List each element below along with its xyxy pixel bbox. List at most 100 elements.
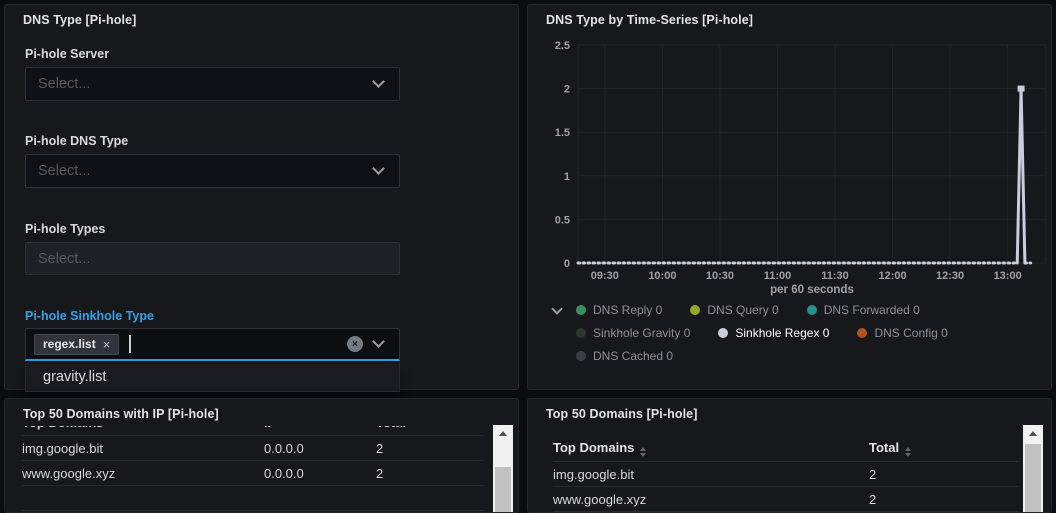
scroll-thumb[interactable] <box>495 467 511 512</box>
pihole-dns-type-label: Pi-hole DNS Type <box>25 134 129 148</box>
scroll-up-button[interactable] <box>1023 425 1043 442</box>
table-header-clipped: Top Domains IP Total <box>22 426 484 435</box>
dropdown-option-gravity-list[interactable]: gravity.list <box>26 363 399 391</box>
panel-dns-type: DNS Type [Pi-hole] Pi-hole Server Select… <box>4 4 519 392</box>
column-header: IP <box>264 426 376 430</box>
svg-text:per 60 seconds: per 60 seconds <box>770 284 854 296</box>
legend-series-dot-icon <box>576 328 586 338</box>
table-cell: 0.0.0.0 <box>264 440 304 456</box>
legend-item[interactable]: DNS Forwarded 0 <box>806 303 920 317</box>
column-header: Top Domains <box>22 426 264 430</box>
svg-text:0: 0 <box>564 258 570 270</box>
text-cursor <box>129 335 131 353</box>
triangle-up-icon <box>1029 431 1037 436</box>
legend-series-dot-icon <box>690 305 701 315</box>
pihole-server-select[interactable]: Select... <box>25 67 400 101</box>
pihole-types-label: Pi-hole Types <box>25 222 106 236</box>
legend-collapse-icon[interactable] <box>551 303 563 315</box>
chevron-down-icon[interactable] <box>372 75 385 88</box>
svg-text:10:00: 10:00 <box>648 270 676 282</box>
table-cell: 2 <box>869 466 877 482</box>
sort-icon[interactable] <box>640 447 647 457</box>
legend-series-label: Sinkhole Regex 0 <box>735 326 830 340</box>
legend-series-dot-icon <box>576 351 586 361</box>
svg-text:1.5: 1.5 <box>555 127 570 139</box>
legend-series-dot-icon <box>576 305 586 315</box>
table-cell: 2 <box>376 440 384 456</box>
panel-title: DNS Type [Pi-hole] <box>23 13 137 27</box>
panel-timeseries: DNS Type by Time-Series [Pi-hole] 0 0.5 1 1… <box>527 4 1052 390</box>
column-header: Total <box>376 426 484 430</box>
svg-text:2.5: 2.5 <box>555 40 570 52</box>
sinkhole-dropdown-menu: gravity.list <box>25 363 400 392</box>
table-row: www.google.xyz 0.0.0.0 2 <box>22 461 484 486</box>
legend-item[interactable]: Sinkhole Regex 0 <box>718 326 829 340</box>
selected-tag[interactable]: regex.list × <box>34 333 120 355</box>
table-header: Top Domains Total <box>553 436 1019 462</box>
pihole-dns-type-select[interactable]: Select... <box>25 154 400 188</box>
legend-item[interactable]: DNS Query 0 <box>690 303 779 317</box>
select-placeholder: Select... <box>38 163 91 179</box>
svg-text:0.5: 0.5 <box>555 214 570 226</box>
legend-series-label: DNS Cached 0 <box>593 349 674 363</box>
legend-series-label: DNS Query 0 <box>707 303 779 317</box>
svg-text:11:30: 11:30 <box>821 270 849 282</box>
table-row: img.google.bit 2 <box>553 462 1019 487</box>
scroll-up-button[interactable] <box>493 425 513 442</box>
table-body: img.google.bit 2 www.google.xyz 2 <box>553 462 1019 512</box>
legend-item[interactable]: DNS Config 0 <box>857 326 948 340</box>
svg-text:09:30: 09:30 <box>591 270 619 282</box>
triangle-up-icon <box>499 431 507 436</box>
sort-icon[interactable] <box>905 447 912 457</box>
pihole-sinkhole-multiselect[interactable]: regex.list × × <box>25 328 400 361</box>
tag-remove-icon[interactable]: × <box>103 337 111 352</box>
scrollbar-vertical[interactable] <box>493 425 513 512</box>
svg-text:2: 2 <box>564 84 570 96</box>
chevron-down-icon[interactable] <box>372 335 385 348</box>
table-cell: www.google.xyz <box>22 465 116 481</box>
table-cell: 0.0.0.0 <box>264 465 304 481</box>
chevron-down-icon[interactable] <box>372 162 385 175</box>
select-placeholder: Select... <box>38 76 91 92</box>
legend-item[interactable]: Sinkhole Gravity 0 <box>576 326 690 340</box>
legend-series-dot-icon <box>718 328 729 338</box>
table-row: www.google.xyz 2 <box>553 487 1019 512</box>
pihole-server-label: Pi-hole Server <box>25 47 110 61</box>
empty-row <box>22 486 484 511</box>
legend-series-label: DNS Reply 0 <box>593 303 663 317</box>
svg-text:13:00: 13:00 <box>994 270 1022 282</box>
svg-text:1: 1 <box>564 171 570 183</box>
clear-all-icon[interactable]: × <box>347 336 363 352</box>
svg-text:11:00: 11:00 <box>764 270 792 282</box>
panel-title: Top 50 Domains with IP [Pi-hole] <box>23 407 219 421</box>
legend-item[interactable]: DNS Reply 0 <box>576 303 662 317</box>
table-cell: img.google.bit <box>22 440 103 456</box>
panel-top-domains: Top 50 Domains [Pi-hole] Top Domains Tot… <box>527 398 1052 513</box>
svg-text:12:30: 12:30 <box>936 270 964 282</box>
scrollbar-vertical[interactable] <box>1023 425 1043 512</box>
table-cell: www.google.xyz <box>553 491 647 507</box>
legend-series-label: DNS Forwarded 0 <box>823 303 920 317</box>
legend-series-label: DNS Config 0 <box>874 326 948 340</box>
tag-label: regex.list <box>43 337 96 351</box>
pihole-types-input[interactable]: Select... <box>25 242 400 275</box>
legend-series-dot-icon <box>857 328 868 338</box>
legend-series-label: Sinkhole Gravity 0 <box>593 326 691 340</box>
panel-title: Top 50 Domains [Pi-hole] <box>546 407 698 421</box>
table-cell: img.google.bit <box>553 466 634 482</box>
table-row: img.google.bit 0.0.0.0 2 <box>22 436 484 461</box>
svg-text:12:00: 12:00 <box>878 270 906 282</box>
select-placeholder: Select... <box>38 250 91 267</box>
column-header-total[interactable]: Total <box>869 440 1019 457</box>
legend-series-dot-icon <box>806 305 817 315</box>
chart-legend: DNS Reply 0 DNS Query 0 DNS Forwarded 0 Sin… <box>576 303 1026 372</box>
scroll-thumb[interactable] <box>1025 444 1041 512</box>
timeseries-chart[interactable]: 0 0.5 1 1.5 2 2.5 09:30 10:00 10:30 11:00 11:30 12:… <box>540 35 1052 297</box>
table-cell: 2 <box>869 491 877 507</box>
column-header-top-domains[interactable]: Top Domains <box>553 440 869 457</box>
table-cell: 2 <box>376 465 384 481</box>
pihole-sinkhole-type-label: Pi-hole Sinkhole Type <box>25 309 154 323</box>
panel-title: DNS Type by Time-Series [Pi-hole] <box>546 13 754 27</box>
legend-item[interactable]: DNS Cached 0 <box>576 349 673 363</box>
panel-top-domains-ip: Top 50 Domains with IP [Pi-hole] Top Dom… <box>4 398 519 513</box>
